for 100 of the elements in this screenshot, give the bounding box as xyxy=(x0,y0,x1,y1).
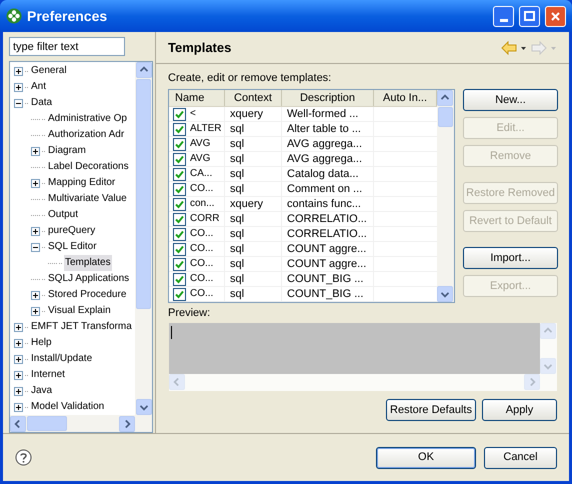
tree-item[interactable]: Output xyxy=(47,207,80,223)
table-cell: CO... xyxy=(190,257,214,271)
scroll-left-icon[interactable] xyxy=(10,416,26,432)
page-button[interactable]: Apply xyxy=(482,399,557,421)
back-arrow-icon[interactable] xyxy=(501,40,527,54)
table-cell: xquery xyxy=(225,197,282,212)
page-title: Templates xyxy=(168,38,232,57)
table-cell: AVG aggrega... xyxy=(282,152,374,167)
tree-item[interactable]: Mapping Editor xyxy=(47,175,116,191)
table-cell: Comment on ... xyxy=(282,182,374,197)
checkbox[interactable] xyxy=(173,108,186,120)
scrollbar[interactable] xyxy=(135,62,152,415)
expand-icon[interactable] xyxy=(14,354,23,364)
expand-icon[interactable] xyxy=(14,66,23,76)
scrollbar[interactable] xyxy=(10,415,152,432)
filter-field[interactable]: type filter text xyxy=(9,37,125,56)
scroll-up-icon[interactable] xyxy=(437,90,453,106)
table-cell: sql xyxy=(225,227,282,242)
tree-item[interactable]: Ant xyxy=(30,79,48,95)
expand-icon[interactable] xyxy=(14,322,23,332)
tree-item[interactable]: Install/Update xyxy=(30,351,94,367)
table-cell: Alter table to ... xyxy=(282,122,374,137)
checkbox[interactable] xyxy=(173,288,186,300)
preview-label: Preview: xyxy=(168,306,212,320)
checkbox[interactable] xyxy=(173,182,186,196)
expand-icon[interactable] xyxy=(14,386,23,396)
tree-item[interactable]: pureQuery xyxy=(47,223,96,239)
scroll-down-icon[interactable] xyxy=(437,286,453,302)
table-cell: COUNT aggre... xyxy=(282,257,374,272)
checkbox[interactable] xyxy=(173,228,186,240)
table-cell: CO... xyxy=(190,287,214,301)
table-cell: AVG xyxy=(190,137,210,151)
intro-text: Create, edit or remove templates: xyxy=(168,71,332,85)
table-cell: ALTER xyxy=(190,122,222,136)
checkbox[interactable] xyxy=(173,198,186,210)
dialog-button[interactable]: OK xyxy=(376,446,476,468)
table-cell: sql xyxy=(225,167,282,182)
scroll-up-icon[interactable] xyxy=(136,62,152,78)
checkbox[interactable] xyxy=(173,272,186,286)
expand-icon[interactable] xyxy=(31,290,40,300)
tree-item[interactable]: Data xyxy=(30,95,54,111)
checkbox[interactable] xyxy=(173,168,186,180)
tree-item[interactable]: Model Validation xyxy=(30,399,106,415)
checkbox[interactable] xyxy=(173,212,186,226)
tree-item[interactable]: Multivariate Value xyxy=(47,191,128,207)
expand-icon[interactable] xyxy=(31,146,40,156)
scroll-right-icon[interactable] xyxy=(119,416,135,432)
expand-icon[interactable] xyxy=(14,338,23,348)
expand-icon[interactable] xyxy=(14,402,23,412)
table-cell: CA... xyxy=(190,167,212,181)
help-icon[interactable] xyxy=(15,449,32,466)
table-cell: CORRELATIO... xyxy=(282,212,374,227)
side-button[interactable]: Import... xyxy=(463,247,558,269)
column-header[interactable]: Name xyxy=(169,90,225,106)
app-icon xyxy=(6,8,22,24)
scrollbar[interactable] xyxy=(437,90,454,302)
table-cell: CO... xyxy=(190,272,214,286)
tree-item[interactable]: Visual Explain xyxy=(47,303,112,319)
table-cell: COUNT_BIG ... xyxy=(282,287,374,302)
expand-icon[interactable] xyxy=(14,82,23,92)
dialog-button[interactable]: Cancel xyxy=(484,446,557,468)
expand-icon[interactable] xyxy=(31,306,40,316)
column-header[interactable]: Description xyxy=(282,90,374,106)
tree-item[interactable]: Stored Procedure xyxy=(47,287,128,303)
checkbox[interactable] xyxy=(173,122,186,136)
tree-item[interactable]: General xyxy=(30,63,68,79)
collapse-icon[interactable] xyxy=(31,242,40,252)
expand-icon[interactable] xyxy=(31,178,40,188)
tree-item[interactable]: Java xyxy=(30,383,54,399)
close-button[interactable] xyxy=(545,6,566,26)
scroll-down-icon[interactable] xyxy=(136,399,152,415)
tree-item[interactable]: SQLJ Applications xyxy=(47,271,130,287)
maximize-icon xyxy=(524,11,535,21)
table-cell: sql xyxy=(225,122,282,137)
tree-item[interactable]: Authorization Adr xyxy=(47,127,126,143)
tree-item[interactable]: Diagram xyxy=(47,143,87,159)
page-button[interactable]: Restore Defaults xyxy=(386,399,476,421)
column-header[interactable]: Context xyxy=(225,90,282,106)
tree-item[interactable]: Templates xyxy=(64,255,112,271)
maximize-button[interactable] xyxy=(519,6,540,26)
checkbox[interactable] xyxy=(173,152,186,166)
close-icon xyxy=(550,10,561,22)
tree-item[interactable]: Administrative Op xyxy=(47,111,128,127)
collapse-icon[interactable] xyxy=(14,98,23,108)
tree-item[interactable]: SQL Editor xyxy=(47,239,98,255)
minimize-button[interactable] xyxy=(493,6,514,26)
checkbox[interactable] xyxy=(173,138,186,150)
tree-item[interactable]: Help xyxy=(30,335,53,351)
expand-icon[interactable] xyxy=(31,226,40,236)
checkbox[interactable] xyxy=(173,258,186,270)
tree-item[interactable]: Internet xyxy=(30,367,66,383)
expand-icon[interactable] xyxy=(14,370,23,380)
scroll-thumb[interactable] xyxy=(438,107,453,127)
side-button[interactable]: New... xyxy=(463,89,558,111)
checkbox[interactable] xyxy=(173,242,186,256)
table-cell: sql xyxy=(225,152,282,167)
scroll-thumb[interactable] xyxy=(136,79,151,309)
tree-item[interactable]: Label Decorations xyxy=(47,159,130,175)
tree-item[interactable]: EMFT JET Transforma xyxy=(30,319,133,335)
scroll-thumb[interactable] xyxy=(27,416,67,431)
